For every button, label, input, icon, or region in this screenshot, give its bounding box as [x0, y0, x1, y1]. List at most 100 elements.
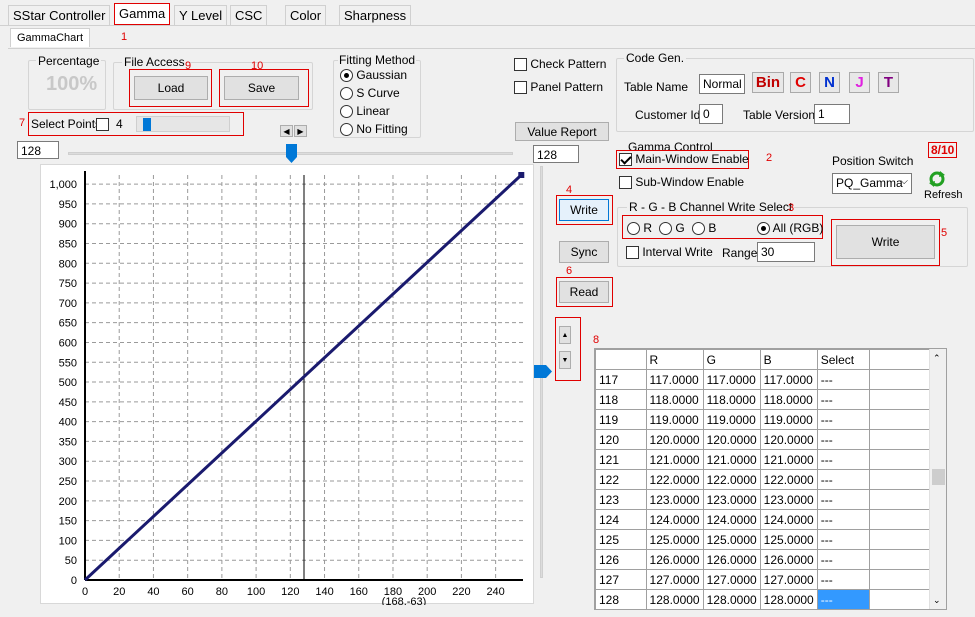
table-row[interactable]: 122 122.0000 122.0000 122.0000 --- [595, 469, 930, 490]
n-button[interactable]: N [819, 72, 840, 93]
table-cell[interactable]: 127 [595, 569, 647, 590]
table-cell[interactable]: 117.0000 [759, 369, 818, 390]
table-cell[interactable]: 127.0000 [759, 569, 818, 590]
bin-button[interactable]: Bin [752, 72, 784, 93]
table-cell[interactable]: --- [816, 389, 871, 410]
table-row[interactable]: 127 127.0000 127.0000 127.0000 --- [595, 569, 930, 590]
table-cell[interactable]: 122.0000 [759, 469, 818, 490]
check-pattern[interactable]: Check Pattern [514, 57, 606, 72]
table-scrollbar-thumb[interactable] [932, 469, 945, 485]
c-button[interactable]: C [790, 72, 811, 93]
table-cell[interactable]: 126.0000 [702, 549, 761, 570]
table-cell[interactable] [869, 509, 930, 530]
table-cell[interactable]: --- [816, 429, 871, 450]
table-version-input[interactable]: 1 [814, 104, 850, 124]
table-cell[interactable]: 122.0000 [702, 469, 761, 490]
select-points-slider-thumb[interactable] [143, 118, 152, 131]
j-button[interactable]: J [849, 72, 870, 93]
scroll-up-button[interactable]: ▲ [559, 326, 571, 344]
table-cell[interactable]: 126 [595, 549, 647, 570]
channel-r[interactable]: R [627, 221, 652, 236]
scroll-down-icon[interactable]: ⌄ [933, 595, 941, 606]
scroll-up-icon[interactable]: ⌃ [933, 353, 941, 364]
gamma-chart[interactable]: 0 20 40 60 80 100 120 140 160 180 200 220 240 0 50 100 1… [40, 164, 534, 608]
interval-write-checkbox[interactable] [626, 246, 639, 260]
table-cell[interactable]: 119.0000 [702, 409, 761, 430]
v-slider-thumb[interactable] [532, 365, 552, 381]
table-cell[interactable]: 118.0000 [702, 389, 761, 410]
table-cell[interactable]: 123.0000 [759, 489, 818, 510]
table-cell[interactable] [869, 409, 930, 430]
table-cell[interactable]: 117.0000 [645, 369, 704, 390]
radio-linear[interactable] [340, 105, 353, 119]
table-cell[interactable]: --- [816, 529, 871, 550]
radio-s-curve[interactable] [340, 87, 353, 101]
subtab-gammachart[interactable]: GammaChart [10, 28, 91, 47]
table-cell[interactable]: 127.0000 [645, 569, 704, 590]
table-cell[interactable]: --- [816, 469, 871, 490]
write-side-button[interactable]: Write [559, 199, 609, 221]
table-cell[interactable]: 124.0000 [645, 509, 704, 530]
table-cell[interactable]: 119.0000 [645, 409, 704, 430]
table-cell[interactable]: 117 [595, 369, 647, 390]
table-cell[interactable]: 124 [595, 509, 647, 530]
fitting-s-curve[interactable]: S Curve [340, 86, 400, 101]
radio-r[interactable] [627, 222, 640, 236]
radio-gaussian[interactable] [340, 69, 353, 83]
table-cell[interactable] [869, 389, 930, 410]
table-cell[interactable]: 125.0000 [645, 529, 704, 550]
table-cell[interactable]: 126.0000 [759, 549, 818, 570]
table-cell[interactable]: --- [816, 509, 871, 530]
table-cell[interactable]: --- [816, 569, 871, 590]
table-row[interactable]: 118 118.0000 118.0000 118.0000 --- [595, 389, 930, 410]
value-table[interactable]: R G B Select 117 117.0000 117.0000 117.0000 --- 1… [594, 348, 947, 610]
customer-id-input[interactable]: 0 [699, 104, 723, 124]
table-cell[interactable]: --- [816, 369, 871, 390]
table-cell[interactable]: 124.0000 [759, 509, 818, 530]
range-input[interactable]: 30 [757, 242, 815, 262]
table-cell[interactable]: 122.0000 [645, 469, 704, 490]
table-cell[interactable]: 118.0000 [645, 389, 704, 410]
table-cell[interactable]: --- [816, 449, 871, 470]
next-point-button[interactable]: ▶ [294, 125, 307, 137]
position-switch-select[interactable]: PQ_Gamma ⌵ [832, 173, 912, 194]
table-row[interactable]: 117 117.0000 117.0000 117.0000 --- [595, 369, 930, 390]
table-cell[interactable]: 121.0000 [759, 449, 818, 470]
table-cell[interactable]: 120.0000 [645, 429, 704, 450]
table-cell[interactable]: 118.0000 [759, 389, 818, 410]
table-cell[interactable]: 120 [595, 429, 647, 450]
scroll-down-button[interactable]: ▼ [559, 351, 571, 369]
select-points-slider[interactable] [136, 116, 230, 132]
panel-pattern-checkbox[interactable] [514, 81, 527, 95]
value-report-button[interactable]: Value Report [515, 122, 609, 141]
read-button[interactable]: Read [559, 281, 609, 303]
table-scrollbar[interactable]: ⌃ ⌄ [929, 349, 946, 609]
tab-gamma[interactable]: Gamma [114, 3, 171, 25]
tab-y-level[interactable]: Y Level [174, 5, 228, 25]
sub-window-enable[interactable]: Sub-Window Enable [619, 175, 744, 190]
channel-g[interactable]: G [659, 221, 685, 236]
table-cell[interactable]: 119.0000 [759, 409, 818, 430]
fitting-no-fitting[interactable]: No Fitting [340, 122, 408, 137]
table-header-row[interactable]: R G B Select [595, 349, 930, 370]
table-cell[interactable] [869, 569, 930, 590]
tab-csc[interactable]: CSC [230, 5, 268, 25]
table-cell[interactable]: 127.0000 [702, 569, 761, 590]
table-cell[interactable]: 128.0000 [759, 589, 818, 609]
table-cell[interactable]: 126.0000 [645, 549, 704, 570]
table-cell[interactable] [869, 529, 930, 550]
select-points-checkbox[interactable] [96, 118, 109, 132]
write-main-button[interactable]: Write [836, 225, 935, 259]
tab-color[interactable]: Color [285, 5, 327, 25]
table-cell[interactable]: --- [816, 549, 871, 570]
channel-all[interactable]: All (RGB) [757, 221, 823, 236]
table-cell[interactable]: 125.0000 [759, 529, 818, 550]
table-row[interactable]: 126 126.0000 126.0000 126.0000 --- [595, 549, 930, 570]
table-cell[interactable]: 121.0000 [702, 449, 761, 470]
table-cell[interactable]: 118 [595, 389, 647, 410]
radio-all[interactable] [757, 222, 770, 236]
t-button[interactable]: T [878, 72, 899, 93]
table-cell[interactable]: 120.0000 [702, 429, 761, 450]
table-cell[interactable]: 122 [595, 469, 647, 490]
main-window-enable[interactable]: Main-Window Enable [619, 152, 749, 167]
